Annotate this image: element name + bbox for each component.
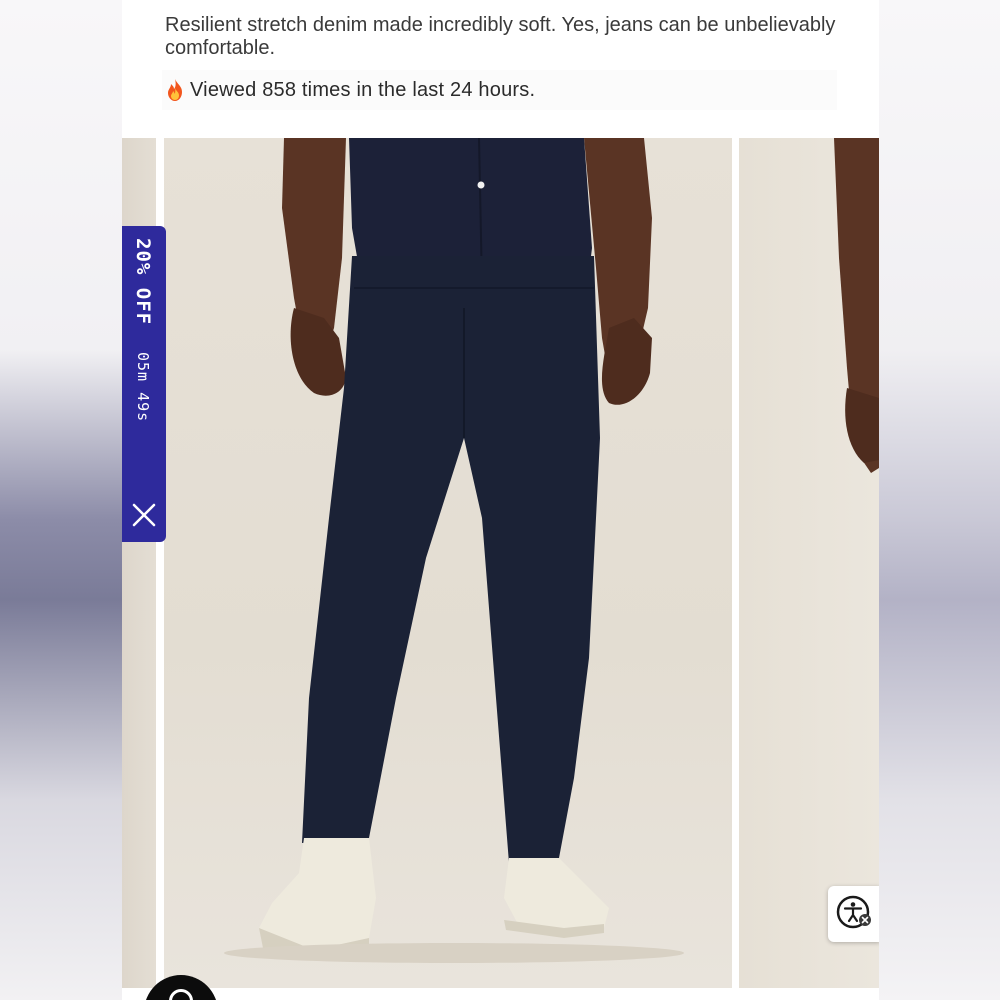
next-product-image[interactable]	[739, 138, 879, 988]
product-description: Resilient stretch denim made incredibly …	[165, 14, 836, 59]
product-page-screen: Resilient stretch denim made incredibly …	[122, 0, 879, 1000]
product-image-gallery[interactable]	[122, 138, 879, 1000]
discount-countdown-text: 20% OFF 05m 49s	[132, 238, 154, 422]
fire-icon	[162, 77, 188, 103]
discount-timer: 05m 49s	[134, 351, 152, 422]
close-icon[interactable]	[131, 502, 157, 528]
main-product-image[interactable]	[164, 138, 732, 988]
viewed-count-banner: Viewed 858 times in the last 24 hours.	[162, 70, 837, 110]
accessibility-icon	[834, 892, 874, 937]
accessibility-button[interactable]	[828, 886, 879, 942]
viewed-count-text: Viewed 858 times in the last 24 hours.	[190, 78, 536, 101]
fab-search-icon	[169, 989, 193, 1000]
discount-countdown-tab[interactable]: 20% OFF 05m 49s	[122, 226, 166, 542]
left-blurred-backdrop	[0, 0, 122, 1000]
discount-off-label: OFF	[132, 287, 154, 326]
right-blurred-backdrop	[878, 0, 1000, 1000]
discount-percent: 20%	[132, 238, 154, 276]
